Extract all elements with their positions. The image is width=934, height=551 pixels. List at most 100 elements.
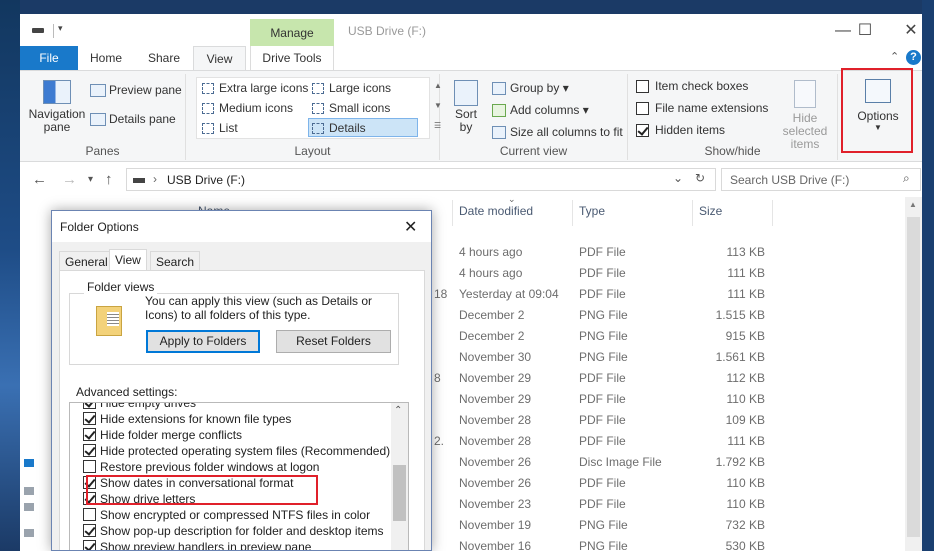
advanced-setting-checkbox[interactable] [83,540,96,550]
navigation-pane-button[interactable]: Navigation pane [26,78,88,134]
layout-large-icons[interactable]: Large icons [309,79,417,98]
advanced-setting-item[interactable]: Hide protected operating system files (R… [83,443,391,459]
advanced-setting-checkbox[interactable] [83,412,96,425]
advanced-setting-item[interactable]: Hide folder merge conflicts [83,427,242,443]
hidden-items-toggle[interactable]: Hidden items [636,123,726,138]
hidden-items-checkbox[interactable] [636,124,649,138]
help-icon[interactable]: ? [906,50,921,65]
tab-drive-tools[interactable]: Drive Tools [250,46,334,70]
column-size[interactable]: Size [699,204,722,218]
search-input[interactable]: Search USB Drive (F:) [730,173,849,187]
layout-small-icons[interactable]: Small icons [309,99,417,118]
refresh-icon[interactable]: ↻ [695,171,705,185]
file-name-extensions-checkbox[interactable] [636,102,649,116]
maximize-button[interactable]: ☐ [843,18,887,44]
group-by-button[interactable]: Group by ▾ [492,81,569,96]
details-pane-icon [90,113,106,127]
manage-context-tab[interactable]: Manage [250,19,334,46]
column-divider[interactable] [772,200,773,226]
advanced-setting-item[interactable]: Show pop-up description for folder and d… [83,523,384,539]
scrollbar-thumb[interactable] [907,217,920,537]
dialog-close-icon[interactable]: ✕ [404,217,417,237]
advanced-setting-item[interactable]: Show encrypted or compressed NTFS files … [83,507,370,523]
hidden-items-label: Hidden items [655,123,726,137]
scroll-up-icon[interactable]: ▲ [909,200,917,209]
search-box[interactable]: Search USB Drive (F:) ⌕ [721,168,921,191]
close-button[interactable]: ✕ [889,18,922,44]
quick-access-dropdown-icon[interactable]: ▾ [58,23,63,34]
details-pane-button[interactable]: Details pane [90,112,176,127]
advanced-setting-item[interactable]: Restore previous folder windows at logon [83,459,319,475]
file-size: 915 KB [725,329,765,343]
advanced-setting-checkbox[interactable] [83,428,96,441]
tab-view[interactable]: View [109,249,147,271]
column-divider[interactable] [692,200,693,226]
hide-selected-items-button[interactable]: Hide selected items [770,80,840,151]
tab-share[interactable]: Share [140,46,188,70]
tab-home[interactable]: Home [82,46,130,70]
ribbon-expand-icon[interactable]: ⌃ [890,50,899,63]
scroll-up-icon[interactable]: ⌃ [394,405,402,416]
group-panes: Navigation pane Preview pane Details pan… [20,74,186,160]
column-divider[interactable] [572,200,573,226]
advanced-setting-checkbox[interactable] [83,524,96,537]
address-path[interactable]: USB Drive (F:) [167,173,245,187]
file-type: PNG File [579,308,628,322]
advanced-setting-item[interactable]: Hide extensions for known file types [83,411,291,427]
nav-item-icon [24,503,34,511]
advanced-setting-item[interactable]: Show preview handlers in preview pane [83,539,311,550]
tab-search[interactable]: Search [150,251,201,271]
forward-icon[interactable]: → [62,171,77,188]
nav-item-icon [24,487,34,495]
file-size: 530 KB [725,539,765,551]
advanced-setting-checkbox[interactable] [83,508,96,521]
layout-extra-large-icons[interactable]: Extra large icons [199,79,308,98]
tab-general[interactable]: General [59,251,114,271]
reset-folders-button[interactable]: Reset Folders [276,330,391,353]
address-dropdown-icon[interactable]: ⌄ [673,171,683,185]
layout-medium-icons[interactable]: Medium icons [199,99,305,118]
file-date: November 28 [459,434,532,448]
sort-by-button[interactable]: Sort by [451,80,481,134]
advanced-setting-checkbox[interactable] [83,460,96,473]
layout-details[interactable]: Details [308,118,418,137]
search-icon[interactable]: ⌕ [903,171,910,186]
file-type: PDF File [579,476,626,490]
advanced-settings-label: Advanced settings: [76,385,178,399]
file-size: 113 KB [726,245,765,259]
address-bar[interactable]: › USB Drive (F:) ⌄ ↻ [126,168,716,191]
layout-list[interactable]: List [199,119,305,138]
list-icon [202,123,214,134]
file-date: Yesterday at 09:04 [459,287,559,301]
column-type[interactable]: Type [579,204,605,218]
add-columns-button[interactable]: Add columns ▾ [492,103,589,118]
tab-file[interactable]: File [20,46,78,70]
column-date-modified[interactable]: Date modified [459,204,533,218]
recent-locations-icon[interactable]: ▾ [88,174,93,185]
tab-view[interactable]: View [193,46,246,70]
back-icon[interactable]: ← [32,171,47,188]
breadcrumb-separator-icon: › [153,172,157,186]
file-name-extensions-toggle[interactable]: File name extensions [636,101,768,116]
preview-pane-button[interactable]: Preview pane [90,83,182,98]
medium-icons-icon [202,103,214,114]
column-divider[interactable] [452,200,453,226]
advanced-scrollbar-thumb[interactable] [393,465,406,521]
layout-label: Medium icons [219,101,294,115]
folder-views-legend: Folder views [84,280,158,294]
advanced-setting-checkbox[interactable] [83,444,96,457]
advanced-setting-item[interactable]: Hide empty drives [83,403,196,411]
size-all-columns-button[interactable]: Size all columns to fit [492,125,623,140]
file-type: PNG File [579,350,628,364]
item-check-boxes-toggle[interactable]: Item check boxes [636,79,748,94]
file-size: 111 KB [727,287,765,301]
file-date: November 16 [459,539,532,551]
item-check-boxes-checkbox[interactable] [636,80,649,94]
advanced-setting-label: Hide protected operating system files (R… [100,444,391,458]
file-type: PDF File [579,392,626,406]
add-columns-icon [492,104,506,118]
file-list-scrollbar[interactable]: ▲ [905,197,922,551]
apply-to-folders-button[interactable]: Apply to Folders [146,330,260,353]
advanced-setting-checkbox[interactable] [83,403,96,409]
up-icon[interactable]: ↑ [105,171,113,188]
